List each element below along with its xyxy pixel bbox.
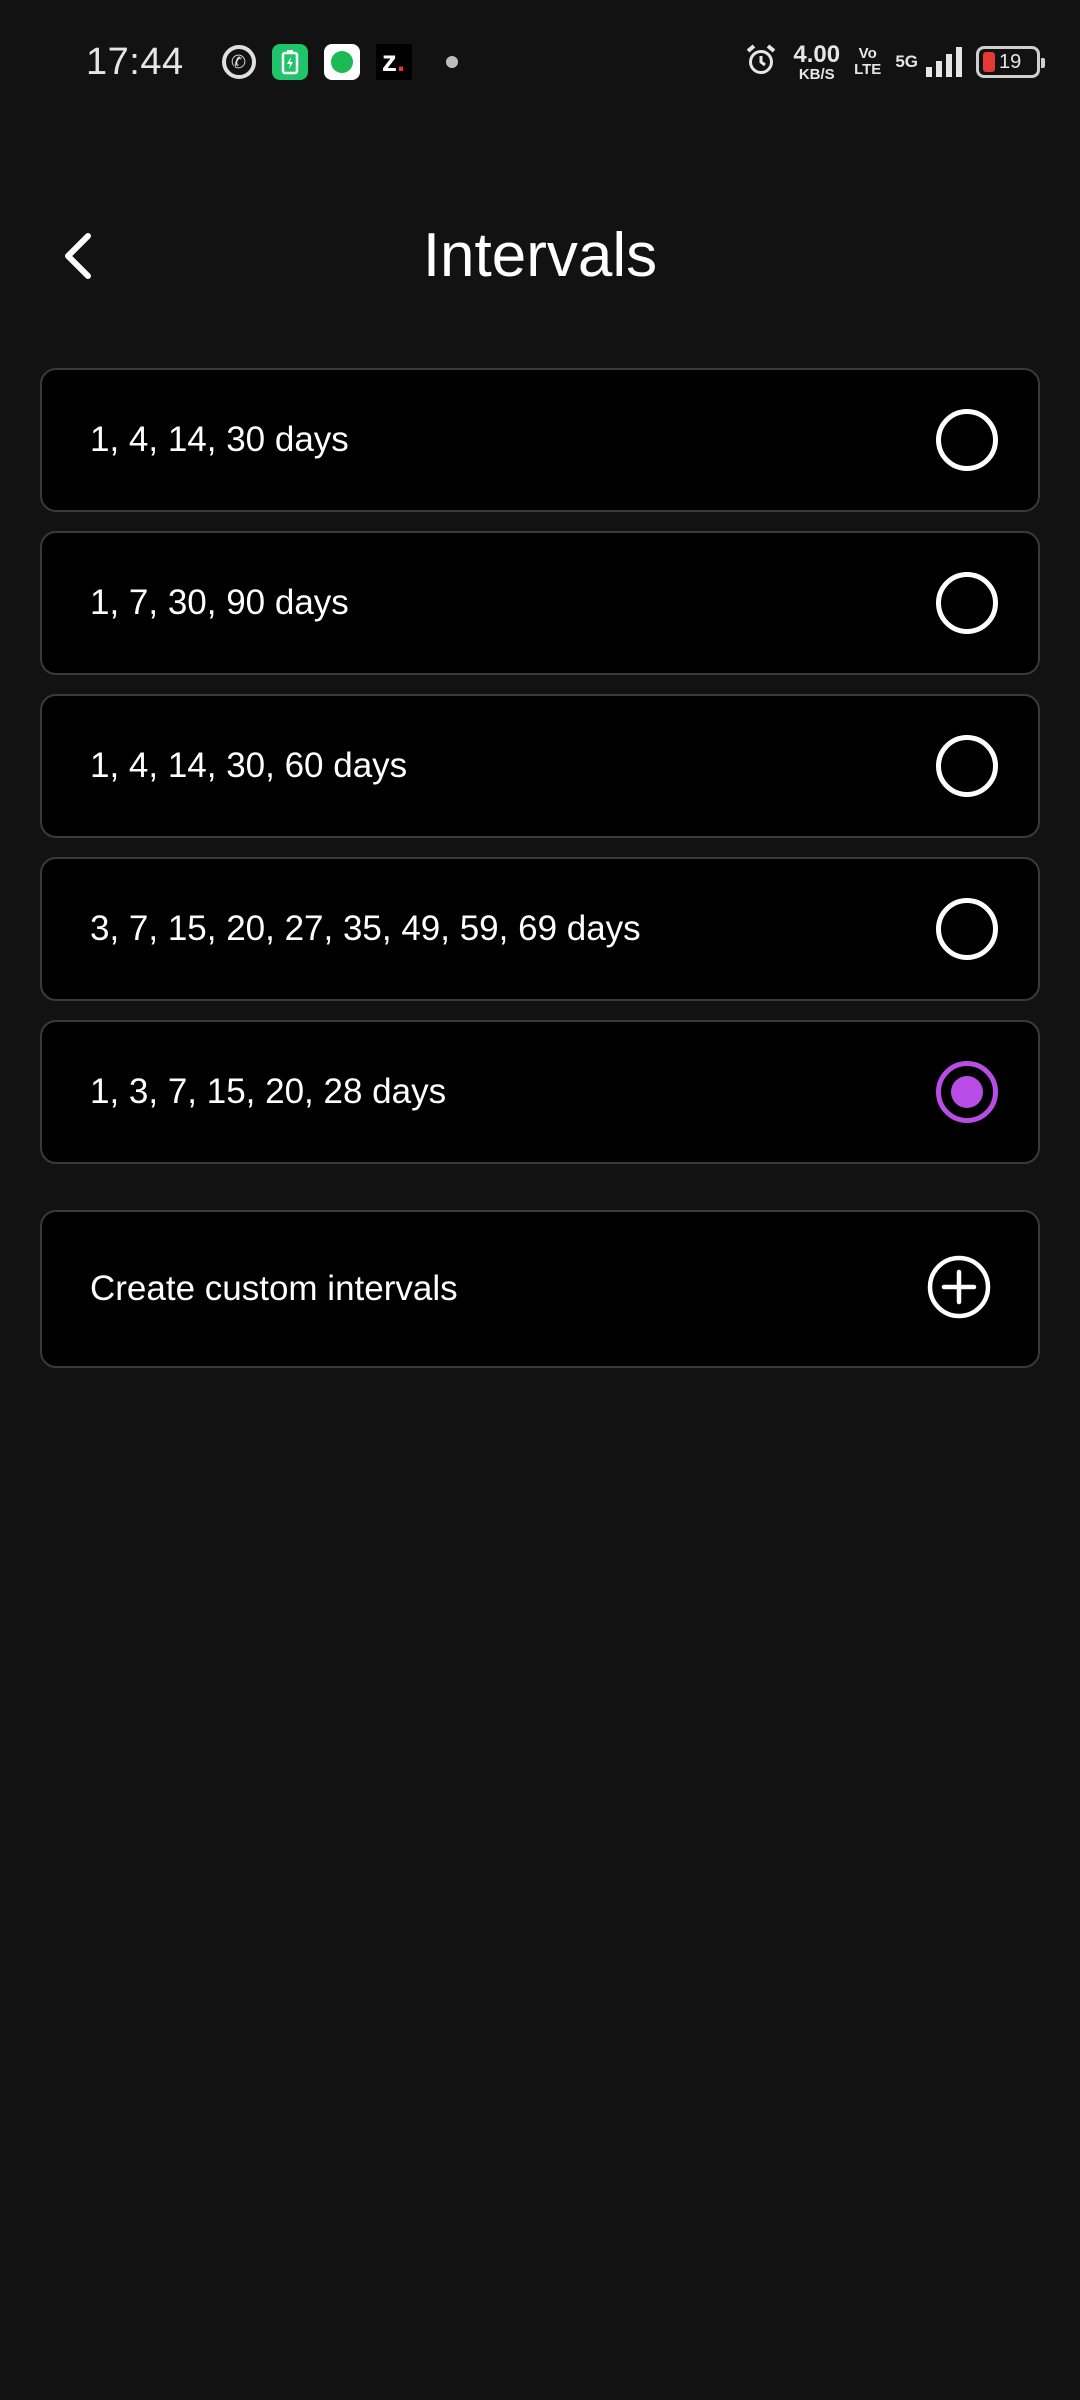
interval-option[interactable]: 1, 4, 14, 30, 60 days [40, 694, 1040, 838]
network-speed-value: 4.00 [793, 40, 841, 68]
interval-option[interactable]: 3, 7, 15, 20, 27, 35, 49, 59, 69 days [40, 857, 1040, 1001]
radio-button[interactable] [936, 898, 998, 960]
radio-button[interactable] [936, 735, 998, 797]
interval-option[interactable]: 1, 4, 14, 30 days [40, 368, 1040, 512]
interval-option-label: 3, 7, 15, 20, 27, 35, 49, 59, 69 days [90, 909, 641, 948]
notification-icons: ✆ z. [221, 44, 458, 80]
plus-circle-icon[interactable] [926, 1254, 992, 1325]
interval-option[interactable]: 1, 7, 30, 90 days [40, 531, 1040, 675]
volte-bottom: LTE [854, 61, 882, 78]
more-notifications-dot [445, 56, 458, 68]
create-custom-intervals-label: Create custom intervals [90, 1269, 458, 1308]
app-header: Intervals [0, 200, 1080, 312]
status-time: 17:44 [86, 40, 184, 83]
interval-option-label: 1, 4, 14, 30 days [90, 420, 349, 459]
battery-saver-icon [271, 44, 308, 80]
volte-top: Vo [858, 45, 877, 63]
radio-button[interactable] [936, 572, 998, 634]
battery-icon: 19 [976, 46, 1045, 78]
radio-button[interactable] [936, 409, 998, 471]
network-speed-unit: KB/S [798, 65, 835, 83]
zomato-icon: z. [375, 44, 412, 80]
interval-option-label: 1, 7, 30, 90 days [90, 583, 349, 622]
alarm-icon [743, 42, 779, 83]
interval-options-list: 1, 4, 14, 30 days 1, 7, 30, 90 days 1, 4… [40, 368, 1040, 1183]
interval-option-label: 1, 3, 7, 15, 20, 28 days [90, 1072, 447, 1111]
radio-button[interactable] [936, 1061, 998, 1123]
network-speed: 4.00 KB/S [793, 40, 841, 83]
network-type: 5G [895, 52, 918, 71]
status-bar: 17:44 ✆ z. 4.00 KB/S Vo LTE 5G 19 [0, 0, 1080, 124]
whatsapp-icon: ✆ [221, 45, 256, 79]
system-status-icons: 4.00 KB/S Vo LTE 5G 19 [743, 40, 1045, 83]
signal-strength-icon [926, 47, 962, 77]
page-title: Intervals [422, 221, 658, 290]
volte-indicator: Vo LTE [854, 46, 881, 78]
interval-option-label: 1, 4, 14, 30, 60 days [90, 746, 408, 785]
create-custom-intervals-button[interactable]: Create custom intervals [40, 1210, 1040, 1368]
battery-percent: 19 [999, 50, 1022, 73]
spotify-icon [323, 44, 360, 80]
interval-option[interactable]: 1, 3, 7, 15, 20, 28 days [40, 1020, 1040, 1164]
